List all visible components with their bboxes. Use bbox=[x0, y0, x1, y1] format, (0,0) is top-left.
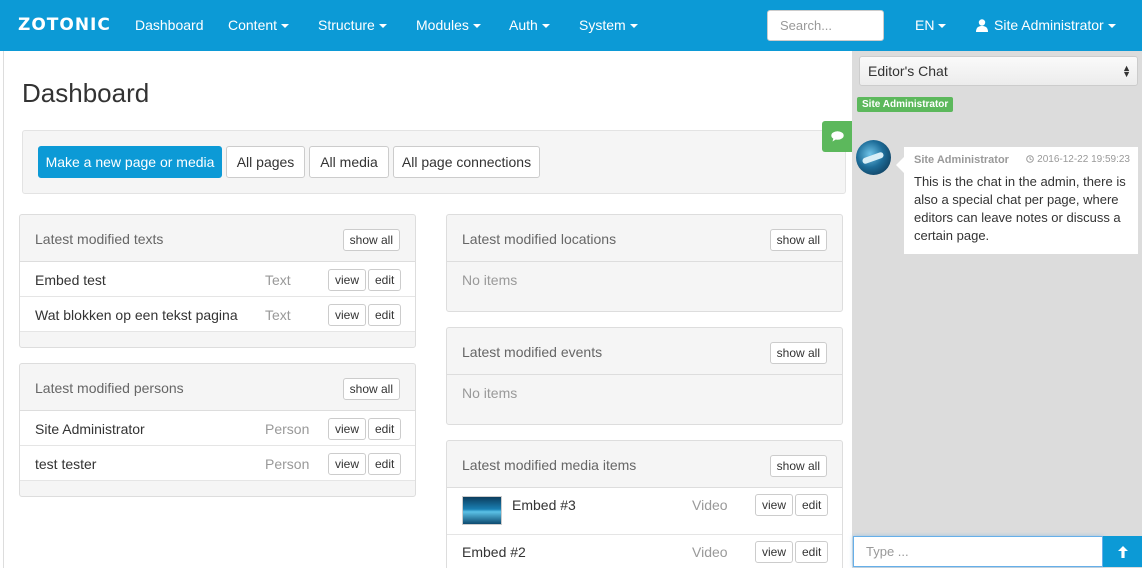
panel-title: Latest modified locations bbox=[462, 231, 617, 247]
avatar bbox=[856, 140, 891, 175]
edit-button[interactable]: edit bbox=[795, 494, 829, 516]
show-all-button[interactable]: show all bbox=[769, 455, 827, 477]
zotonic-logo[interactable]: ZOTONIC bbox=[18, 15, 111, 35]
row-title[interactable]: Embed #2 bbox=[462, 544, 526, 560]
row-type: Video bbox=[692, 544, 728, 560]
caret-down-icon bbox=[1107, 24, 1116, 29]
edit-button[interactable]: edit bbox=[368, 304, 402, 326]
panel-header: Latest modified media items show all bbox=[447, 441, 842, 488]
caret-down-icon bbox=[629, 24, 638, 29]
panel-title: Latest modified events bbox=[462, 344, 603, 360]
show-all-button[interactable]: show all bbox=[769, 229, 827, 251]
chat-bubble-icon bbox=[831, 131, 844, 142]
show-all-button[interactable]: show all bbox=[769, 342, 827, 364]
panel-header: Latest modified persons show all bbox=[20, 364, 415, 411]
online-user-badge: Site Administrator bbox=[857, 97, 954, 112]
view-button[interactable]: view bbox=[328, 269, 367, 291]
row-title[interactable]: Embed #3 bbox=[512, 497, 576, 513]
view-button[interactable]: view bbox=[328, 453, 367, 475]
chat-toggle-button[interactable] bbox=[822, 121, 853, 152]
panel-latest-texts: Latest modified texts show all Embed tes… bbox=[19, 214, 416, 348]
send-button[interactable] bbox=[1103, 536, 1142, 567]
all-media-button[interactable]: All media bbox=[309, 146, 389, 178]
nav-structure[interactable]: Structure bbox=[318, 17, 387, 33]
user-menu[interactable]: Site Administrator bbox=[976, 17, 1116, 33]
chat-room-select[interactable]: Editor's Chat ▲ ▼ bbox=[859, 56, 1138, 86]
new-page-button[interactable]: Make a new page or media bbox=[38, 146, 222, 178]
table-row[interactable]: test tester Person view edit bbox=[20, 446, 415, 481]
row-title[interactable]: test tester bbox=[35, 456, 96, 472]
row-title[interactable]: Site Administrator bbox=[35, 421, 145, 437]
caret-down-icon bbox=[938, 24, 947, 29]
panel-latest-media: Latest modified media items show all Emb… bbox=[446, 440, 843, 568]
language-dropdown[interactable]: EN bbox=[915, 17, 947, 33]
chat-message: Site Administrator 2016-12-22 19:59:23 T… bbox=[896, 147, 1138, 254]
main-content: Dashboard Make a new page or media All p… bbox=[0, 51, 852, 568]
view-button[interactable]: view bbox=[328, 418, 367, 440]
all-pages-button[interactable]: All pages bbox=[226, 146, 305, 178]
caret-down-icon bbox=[472, 24, 481, 29]
user-icon bbox=[976, 19, 988, 32]
edit-button[interactable]: edit bbox=[368, 418, 402, 440]
clock-icon bbox=[1026, 155, 1035, 163]
caret-down-icon bbox=[378, 24, 387, 29]
show-all-button[interactable]: show all bbox=[342, 378, 400, 400]
table-row[interactable]: Embed #3 Video view edit bbox=[447, 488, 842, 535]
nav-auth[interactable]: Auth bbox=[509, 17, 550, 33]
panel-title: Latest modified persons bbox=[35, 380, 184, 396]
table-row[interactable]: Embed test Text view edit bbox=[20, 262, 415, 297]
row-type: Person bbox=[265, 456, 310, 472]
row-type: Text bbox=[265, 272, 291, 288]
empty-state: No items bbox=[447, 262, 842, 297]
message-author: Site Administrator bbox=[914, 154, 1009, 166]
page-title: Dashboard bbox=[22, 78, 150, 108]
nav-system[interactable]: System bbox=[579, 17, 638, 33]
panel-header: Latest modified events show all bbox=[447, 328, 842, 375]
edit-button[interactable]: edit bbox=[368, 453, 402, 475]
nav-modules[interactable]: Modules bbox=[416, 17, 481, 33]
empty-state: No items bbox=[447, 375, 842, 410]
panel-latest-persons: Latest modified persons show all Site Ad… bbox=[19, 363, 416, 497]
table-row[interactable]: Embed #2 Video view edit bbox=[447, 535, 842, 568]
show-all-button[interactable]: show all bbox=[342, 229, 400, 251]
message-text: This is the chat in the admin, there is … bbox=[914, 174, 1126, 243]
row-type: Text bbox=[265, 307, 291, 323]
all-connections-button[interactable]: All page connections bbox=[393, 146, 540, 178]
nav-dashboard[interactable]: Dashboard bbox=[135, 17, 204, 33]
caret-down-icon bbox=[281, 24, 290, 29]
nav-content[interactable]: Content bbox=[228, 17, 290, 33]
row-title[interactable]: Wat blokken op een tekst pagina bbox=[35, 307, 238, 323]
message-timestamp: 2016-12-22 19:59:23 bbox=[1026, 154, 1130, 165]
edit-button[interactable]: edit bbox=[368, 269, 402, 291]
view-button[interactable]: view bbox=[328, 304, 367, 326]
edit-button[interactable]: edit bbox=[795, 541, 829, 563]
panel-header: Latest modified locations show all bbox=[447, 215, 842, 262]
chat-message-input[interactable] bbox=[853, 536, 1103, 567]
row-type: Person bbox=[265, 421, 310, 437]
video-thumbnail bbox=[462, 496, 502, 525]
row-type: Video bbox=[692, 497, 728, 513]
panel-latest-events: Latest modified events show all No items bbox=[446, 327, 843, 425]
top-navbar: ZOTONIC Dashboard Content Structure Modu… bbox=[0, 0, 1142, 51]
caret-down-icon bbox=[541, 24, 550, 29]
row-title[interactable]: Embed test bbox=[35, 272, 106, 288]
table-row[interactable]: Site Administrator Person view edit bbox=[20, 411, 415, 446]
select-arrows-icon: ▲ ▼ bbox=[1122, 63, 1131, 79]
arrow-up-icon bbox=[1117, 545, 1128, 558]
panel-header: Latest modified texts show all bbox=[20, 215, 415, 262]
action-bar: Make a new page or media All pages All m… bbox=[22, 130, 846, 194]
panel-title: Latest modified media items bbox=[462, 457, 637, 473]
chat-sidebar: Editor's Chat ▲ ▼ Site Administrator Site… bbox=[852, 51, 1142, 568]
main-inner: Dashboard Make a new page or media All p… bbox=[3, 51, 852, 568]
table-row[interactable]: Wat blokken op een tekst pagina Text vie… bbox=[20, 297, 415, 332]
panel-latest-locations: Latest modified locations show all No it… bbox=[446, 214, 843, 312]
panel-title: Latest modified texts bbox=[35, 231, 164, 247]
view-button[interactable]: view bbox=[755, 494, 794, 516]
search-input[interactable] bbox=[767, 10, 884, 41]
view-button[interactable]: view bbox=[755, 541, 794, 563]
